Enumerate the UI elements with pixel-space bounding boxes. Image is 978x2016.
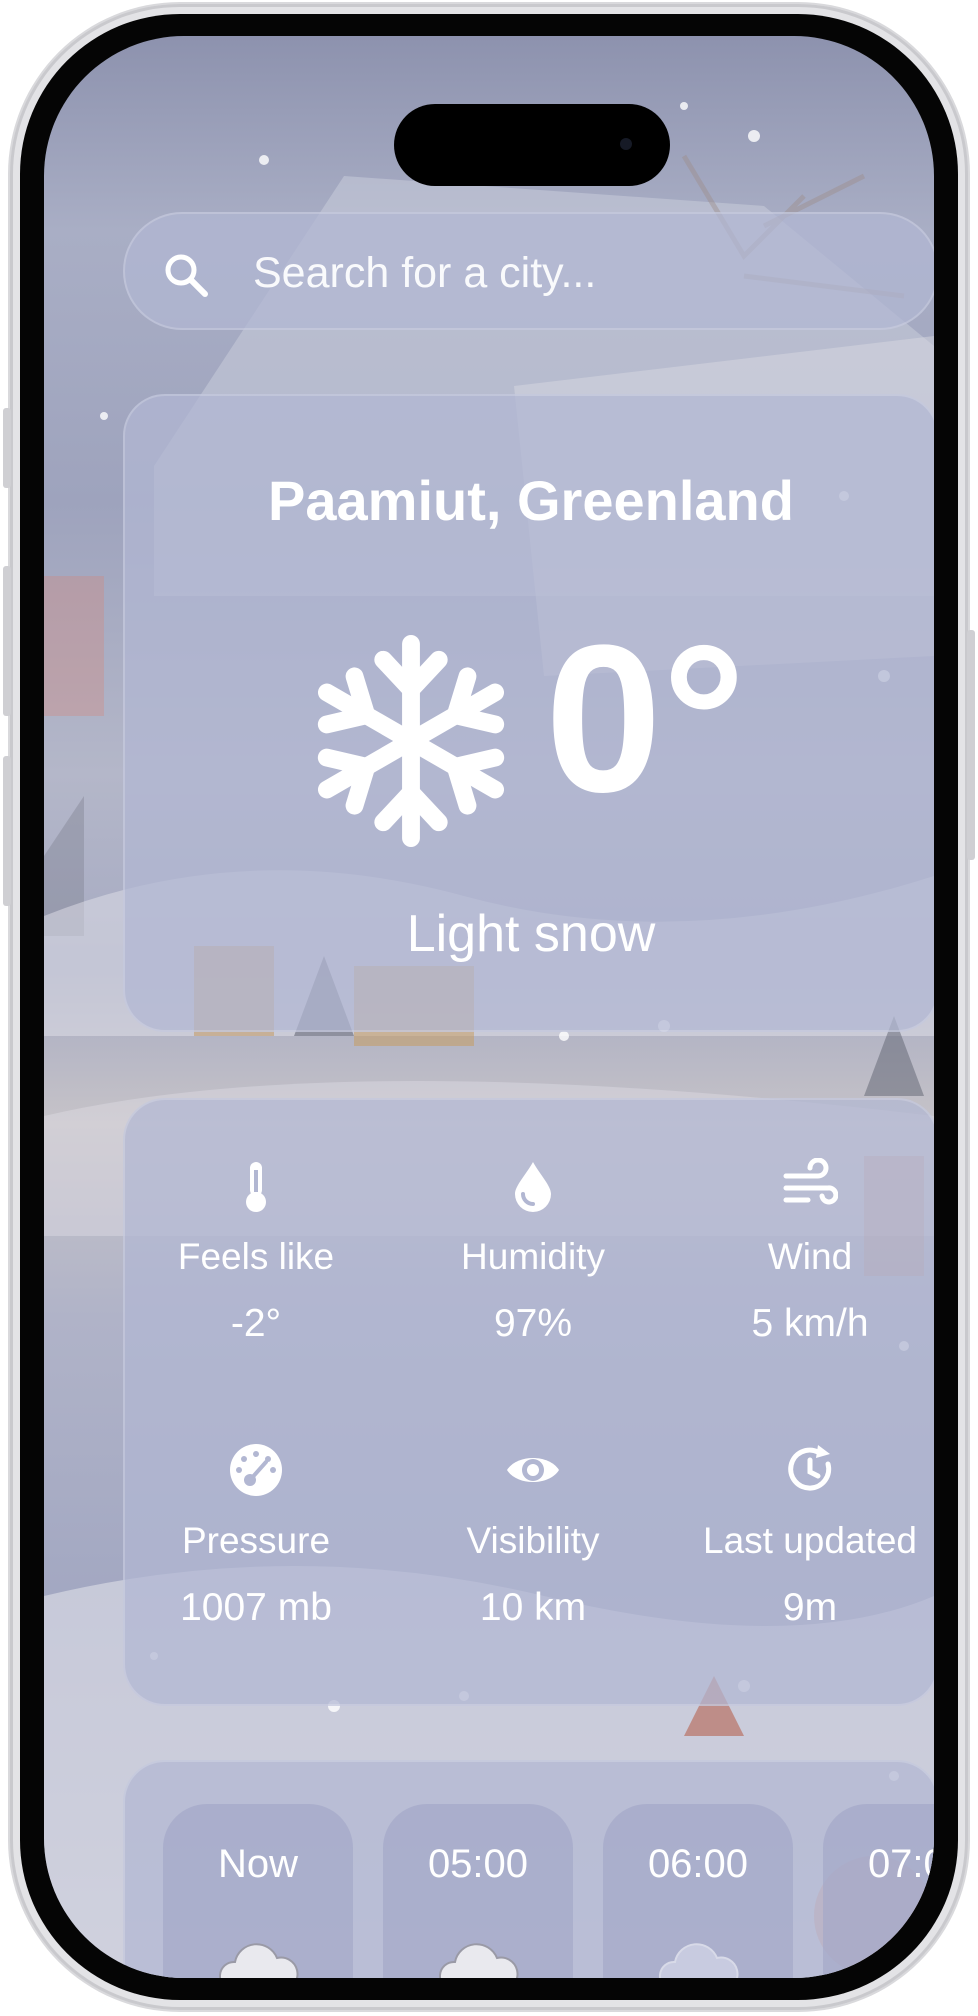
front-camera bbox=[620, 138, 632, 150]
snowflake-icon bbox=[317, 634, 505, 848]
droplet-icon bbox=[515, 1162, 551, 1212]
detail-label: Last updated bbox=[703, 1520, 917, 1561]
search-icon bbox=[165, 254, 208, 297]
detail-last-updated: Last updated 9m bbox=[687, 1442, 933, 1630]
detail-label: Humidity bbox=[461, 1236, 605, 1277]
cloud-snow-icon bbox=[438, 1943, 519, 1978]
location-title: Paamiut, Greenland bbox=[268, 469, 794, 532]
cloud-fog-icon bbox=[658, 1943, 739, 1978]
gauge-icon bbox=[230, 1444, 282, 1496]
weather-details-card: Feels like -2° Humidity 97% Wind 5 km/h bbox=[123, 1098, 934, 1706]
hour-time: 07:00 bbox=[867, 1842, 934, 1886]
detail-label: Visibility bbox=[466, 1520, 600, 1561]
hour-card-0500[interactable]: 05:00 bbox=[383, 1804, 573, 1978]
detail-pressure: Pressure 1007 mb bbox=[133, 1442, 379, 1630]
thermometer-icon bbox=[246, 1162, 266, 1212]
clock-refresh-icon bbox=[788, 1445, 832, 1491]
current-weather-card: Paamiut, Greenland 0° Light snow bbox=[123, 394, 934, 1032]
detail-value: 5 km/h bbox=[751, 1302, 869, 1345]
detail-label: Pressure bbox=[181, 1520, 331, 1561]
detail-value: 9m bbox=[782, 1586, 838, 1629]
cloud-snow-icon bbox=[878, 1943, 934, 1978]
detail-feels-like: Feels like -2° bbox=[133, 1158, 379, 1346]
hour-time: 06:00 bbox=[647, 1842, 749, 1886]
detail-wind: Wind 5 km/h bbox=[687, 1158, 933, 1346]
detail-value: 10 km bbox=[479, 1586, 587, 1629]
detail-value: -2° bbox=[230, 1302, 282, 1345]
detail-visibility: Visibility 10 km bbox=[410, 1442, 656, 1630]
hour-card-0600[interactable]: 06:00 bbox=[603, 1804, 793, 1978]
dynamic-island bbox=[394, 104, 670, 186]
hour-time: 05:00 bbox=[427, 1842, 529, 1886]
detail-humidity: Humidity 97% bbox=[410, 1158, 656, 1346]
detail-value: 97% bbox=[493, 1302, 573, 1345]
eye-icon bbox=[507, 1458, 559, 1482]
cloud-snow-icon bbox=[218, 1943, 299, 1978]
screen: Paamiut, Greenland bbox=[44, 36, 934, 1978]
wind-icon bbox=[783, 1158, 838, 1205]
condition-text: Light snow bbox=[406, 905, 656, 963]
search-input[interactable] bbox=[253, 214, 903, 332]
volume-down-button bbox=[3, 756, 11, 906]
temperature-value: 0° bbox=[545, 601, 746, 836]
detail-label: Feels like bbox=[177, 1236, 335, 1277]
detail-label: Wind bbox=[767, 1236, 853, 1277]
hour-time: Now bbox=[217, 1842, 299, 1886]
search-bar[interactable] bbox=[123, 212, 934, 332]
volume-up-button bbox=[3, 566, 11, 716]
temperature-row: 0° bbox=[125, 604, 934, 848]
hourly-forecast-card: Now 05:00 06:00 07:00 bbox=[123, 1760, 934, 1978]
detail-value: 1007 mb bbox=[180, 1586, 332, 1629]
action-button bbox=[3, 408, 11, 488]
hour-card-now[interactable]: Now bbox=[163, 1804, 353, 1978]
power-button bbox=[967, 630, 975, 860]
hour-card-0700[interactable]: 07:00 bbox=[823, 1804, 934, 1978]
